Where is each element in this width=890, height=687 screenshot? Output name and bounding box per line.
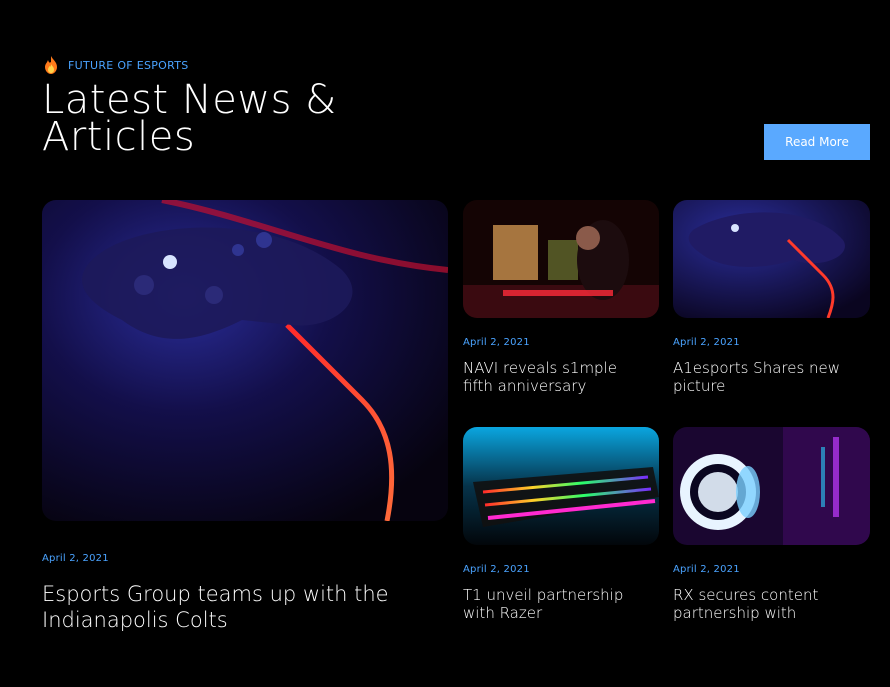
gamepad-small-image[interactable] bbox=[673, 200, 870, 318]
fire-icon bbox=[42, 55, 60, 75]
article-title[interactable]: RX secures content partnership with bbox=[673, 586, 873, 622]
article-title[interactable]: NAVI reveals s1mple fifth anniversary bbox=[463, 359, 663, 395]
article-title[interactable]: A1esports Shares new picture bbox=[673, 359, 873, 395]
article-title-line: T1 unveil partnership bbox=[463, 586, 624, 604]
article-date: April 2, 2021 bbox=[673, 564, 740, 575]
article-date: April 2, 2021 bbox=[42, 553, 109, 564]
article-title-line: RX secures content bbox=[673, 586, 819, 604]
article-title-line: NAVI reveals s1mple bbox=[463, 359, 617, 377]
article-title-line: with Razer bbox=[463, 604, 543, 622]
read-more-button[interactable]: Read More bbox=[764, 124, 870, 160]
article-title-line: A1esports Shares new bbox=[673, 359, 841, 377]
article-title-line: Esports Group teams up with the bbox=[42, 582, 389, 606]
rgb-keyboard-image[interactable] bbox=[463, 427, 659, 545]
title-line-2: Articles bbox=[42, 114, 196, 160]
article-date: April 2, 2021 bbox=[673, 337, 740, 348]
article-title[interactable]: T1 unveil partnership with Razer bbox=[463, 586, 663, 622]
article-title-line: fifth anniversary bbox=[463, 377, 587, 395]
article-title[interactable]: Esports Group teams up with the Indianap… bbox=[42, 581, 442, 633]
section-eyebrow: FUTURE OF ESPORTS bbox=[42, 55, 189, 75]
article-date: April 2, 2021 bbox=[463, 337, 530, 348]
article-title-line: partnership with bbox=[673, 604, 797, 622]
eyebrow-label: FUTURE OF ESPORTS bbox=[68, 58, 189, 72]
gamepad-red-glow-image[interactable] bbox=[42, 200, 448, 521]
article-title-line: picture bbox=[673, 377, 726, 395]
article-date: April 2, 2021 bbox=[463, 564, 530, 575]
page-title: Latest News & Articles bbox=[42, 80, 462, 157]
article-title-line: Indianapolis Colts bbox=[42, 608, 228, 632]
headset-neon-image[interactable] bbox=[673, 427, 870, 545]
gamer-at-pc-image[interactable] bbox=[463, 200, 659, 318]
